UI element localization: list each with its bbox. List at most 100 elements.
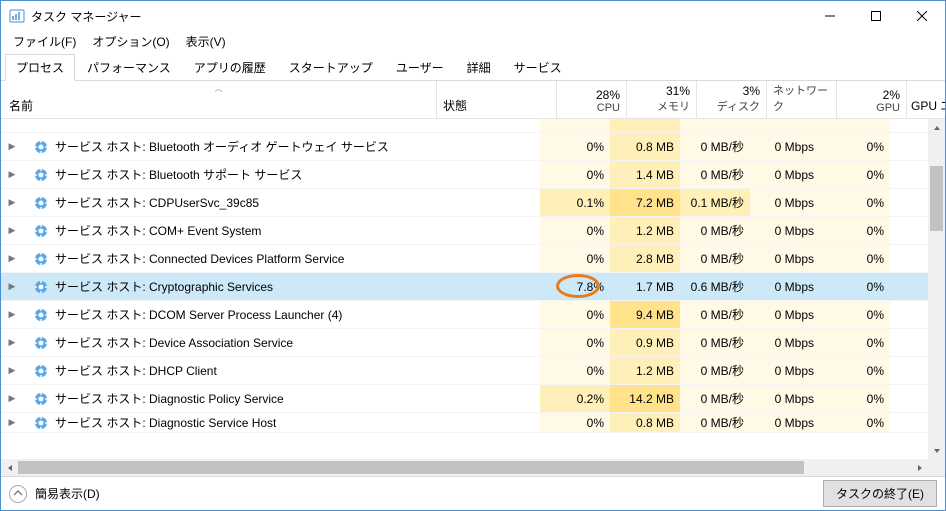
minimize-button[interactable] [807,1,853,31]
col-gpu-engine-label: GPU エ [911,97,945,114]
net-cell: 0 Mbps [750,245,820,272]
table-row[interactable] [1,119,928,133]
gear-icon [33,415,49,431]
gpu-cell: 0% [820,329,890,356]
mem-cell: 14.2 MB [610,385,680,412]
app-icon [9,8,25,24]
gpu-cell: 0% [820,273,890,300]
chevron-right-icon[interactable]: ▶ [5,365,19,376]
gear-icon [33,391,49,407]
scroll-track[interactable] [928,136,945,442]
content-area: ︿ 名前 状態 28% CPU 31% メモリ 3% ディスク 0% ネットワー… [1,81,945,476]
chevron-right-icon[interactable]: ▶ [5,281,19,292]
col-mem-label: メモリ [657,98,690,114]
table-row[interactable]: ▶サービス ホスト: Device Association Service0%0… [1,329,928,357]
scroll-thumb[interactable] [930,166,943,231]
h-scroll-track[interactable] [18,459,911,476]
scroll-right-icon[interactable] [911,459,928,476]
chevron-right-icon[interactable]: ▶ [5,337,19,348]
table-row[interactable]: ▶サービス ホスト: DHCP Client0%1.2 MB0 MB/秒0 Mb… [1,357,928,385]
tab-5[interactable]: 詳細 [456,54,502,81]
cpu-cell: 0% [540,217,610,244]
process-name: サービス ホスト: Bluetooth オーディオ ゲートウェイ サービス [55,138,389,155]
chevron-right-icon[interactable]: ▶ [5,197,19,208]
tab-2[interactable]: アプリの履歴 [183,54,277,81]
net-cell: 0 Mbps [750,329,820,356]
col-mem[interactable]: 31% メモリ [627,81,697,118]
net-cell: 0 Mbps [750,413,820,432]
process-name: サービス ホスト: COM+ Event System [55,222,261,239]
h-scroll-thumb[interactable] [18,461,804,474]
table-row[interactable]: ▶サービス ホスト: Cryptographic Services7.8%1.7… [1,273,928,301]
chevron-right-icon[interactable]: ▶ [5,141,19,152]
process-name: サービス ホスト: DCOM Server Process Launcher (… [55,306,342,323]
tab-6[interactable]: サービス [503,54,573,81]
col-status-label: 状態 [443,97,467,114]
col-name[interactable]: ︿ 名前 [1,81,437,118]
table-row[interactable]: ▶ サービス ホスト: DCOM Server Process Launcher … [1,301,928,329]
col-disk-pct: 3% [743,84,760,98]
chevron-right-icon[interactable]: ▶ [5,253,19,264]
col-status[interactable]: 状態 [437,81,557,118]
gpu-cell: 0% [820,301,890,328]
tab-strip: プロセスパフォーマンスアプリの履歴スタートアップユーザー詳細サービス [1,51,945,81]
column-headers: ︿ 名前 状態 28% CPU 31% メモリ 3% ディスク 0% ネットワー… [1,81,945,119]
chevron-right-icon[interactable]: ▶ [5,225,19,236]
table-row[interactable]: ▶ サービス ホスト: Connected Devices Platform Se… [1,245,928,273]
tab-0[interactable]: プロセス [5,54,75,81]
table-row[interactable]: ▶サービス ホスト: Diagnostic Service Host0%0.8 … [1,413,928,433]
table-row[interactable]: ▶サービス ホスト: COM+ Event System0%1.2 MB0 MB… [1,217,928,245]
cpu-cell: 0% [540,245,610,272]
gpu-cell: 0% [820,385,890,412]
horizontal-scrollbar[interactable] [1,459,928,476]
net-cell: 0 Mbps [750,133,820,160]
col-gpu[interactable]: 2% GPU [837,81,907,118]
vertical-scrollbar[interactable] [928,119,945,459]
scroll-left-icon[interactable] [1,459,18,476]
gpu-cell: 0% [820,245,890,272]
scroll-corner [928,459,945,476]
end-task-button[interactable]: タスクの終了(E) [823,480,937,507]
col-cpu[interactable]: 28% CPU [557,81,627,118]
col-gpu-engine[interactable]: GPU エ [907,81,945,118]
net-cell: 0 Mbps [750,357,820,384]
gear-icon [33,307,49,323]
table-row[interactable]: ▶サービス ホスト: Bluetooth オーディオ ゲートウェイ サービス0%… [1,133,928,161]
tab-3[interactable]: スタートアップ [278,54,384,81]
col-gpu-pct: 2% [883,88,900,102]
scroll-down-icon[interactable] [928,442,945,459]
net-cell: 0 Mbps [750,273,820,300]
col-cpu-label: CPU [597,102,620,114]
close-button[interactable] [899,1,945,31]
mem-cell: 0.9 MB [610,329,680,356]
expand-toggle-icon[interactable] [9,485,27,503]
chevron-right-icon[interactable]: ▶ [5,169,19,180]
table-row[interactable]: ▶サービス ホスト: Bluetooth サポート サービス0%1.4 MB0 … [1,161,928,189]
table-row[interactable]: ▶サービス ホスト: CDPUserSvc_39c850.1%7.2 MB0.1… [1,189,928,217]
col-disk[interactable]: 3% ディスク [697,81,767,118]
gear-icon [33,223,49,239]
menu-options[interactable]: オプション(O) [84,31,177,52]
menu-view[interactable]: 表示(V) [178,31,234,52]
tab-1[interactable]: パフォーマンス [76,54,182,81]
tab-4[interactable]: ユーザー [385,54,455,81]
process-list-viewport: ▶ サービス ホスト: Bluetooth オーディオ ゲートウェイ サービス 0%… [1,119,945,476]
col-net[interactable]: 0% ネットワーク [767,81,837,118]
chevron-right-icon[interactable]: ▶ [5,309,19,320]
gear-icon [33,139,49,155]
process-name: サービス ホスト: Diagnostic Policy Service [55,390,284,407]
process-name: サービス ホスト: Connected Devices Platform Ser… [55,250,344,267]
disk-cell: 0 MB/秒 [680,413,750,432]
table-row[interactable]: ▶サービス ホスト: Diagnostic Policy Service0.2%… [1,385,928,413]
chevron-right-icon[interactable]: ▶ [5,417,19,428]
scroll-up-icon[interactable] [928,119,945,136]
col-gpu-label: GPU [876,102,900,114]
net-cell: 0 Mbps [750,301,820,328]
chevron-right-icon[interactable]: ▶ [5,393,19,404]
simple-view-label[interactable]: 簡易表示(D) [35,485,823,502]
gear-icon [33,195,49,211]
gpu-cell: 0% [820,217,890,244]
cpu-cell: 7.8% [540,273,610,300]
maximize-button[interactable] [853,1,899,31]
menu-file[interactable]: ファイル(F) [5,31,84,52]
